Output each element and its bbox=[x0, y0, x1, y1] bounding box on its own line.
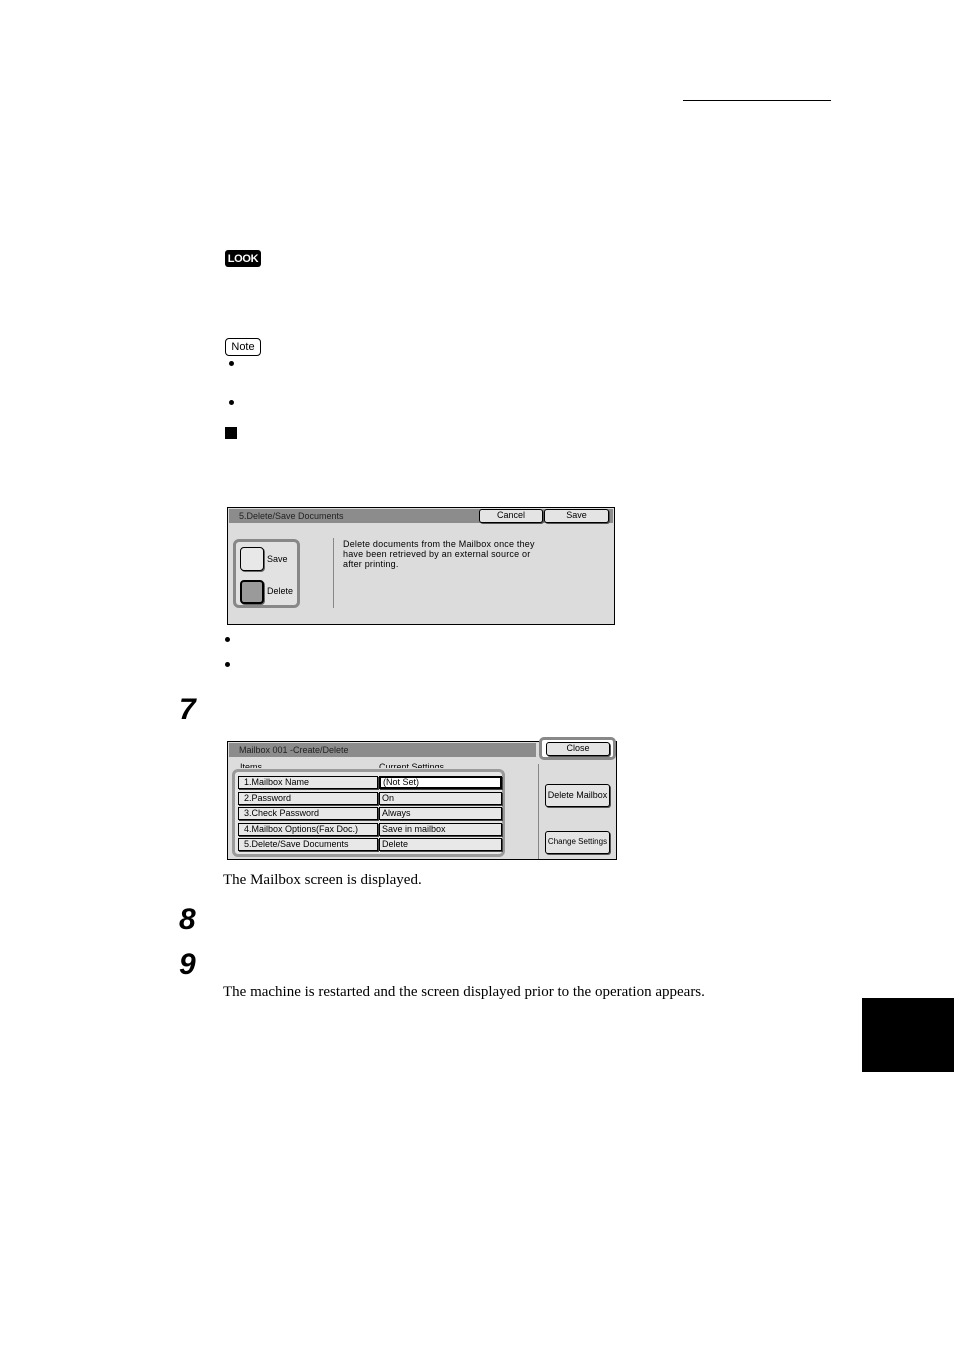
delete-save-dialog: 5.Delete/Save Documents Cancel Save Save… bbox=[227, 507, 615, 625]
table-row-item[interactable]: 5.Delete/Save Documents bbox=[238, 838, 378, 851]
cancel-button[interactable]: Cancel bbox=[479, 509, 543, 523]
bullet-icon bbox=[225, 637, 230, 642]
save-option[interactable] bbox=[240, 547, 264, 571]
table-row-item[interactable]: 3.Check Password bbox=[238, 807, 378, 820]
step-number-7: 7 bbox=[179, 693, 196, 726]
change-settings-button[interactable]: Change Settings bbox=[545, 831, 610, 854]
table-row-item[interactable]: 2.Password bbox=[238, 792, 378, 805]
step-number-9: 9 bbox=[179, 948, 196, 981]
settings-table: 1.Mailbox Name (Not Set) 2.Password On 3… bbox=[232, 769, 505, 857]
table-row-item[interactable]: 4.Mailbox Options(Fax Doc.) bbox=[238, 823, 378, 836]
save-option-label: Save bbox=[267, 554, 288, 564]
option-description: Delete documents from the Mailbox once t… bbox=[343, 539, 535, 569]
note-icon: Note bbox=[225, 338, 261, 356]
table-row-value[interactable]: (Not Set) bbox=[379, 776, 502, 789]
chapter-tab bbox=[862, 998, 954, 1072]
mailbox-dialog: Mailbox 001 -Create/Delete Items Current… bbox=[227, 737, 617, 860]
table-row-value[interactable]: Save in mailbox bbox=[379, 823, 502, 836]
bullet-icon bbox=[225, 662, 230, 667]
items-column-header: Items bbox=[240, 762, 263, 768]
divider bbox=[538, 764, 539, 859]
delete-mailbox-button[interactable]: Delete Mailbox bbox=[545, 784, 610, 807]
table-row-value[interactable]: On bbox=[379, 792, 502, 805]
step-number-8: 8 bbox=[179, 903, 196, 936]
delete-option[interactable] bbox=[240, 580, 264, 604]
table-row-value[interactable]: Always bbox=[379, 807, 502, 820]
step9-text: The machine is restarted and the screen … bbox=[223, 984, 705, 1000]
look-icon: LOOK bbox=[225, 250, 261, 267]
table-row-item[interactable]: 1.Mailbox Name bbox=[238, 776, 378, 789]
close-button-highlight: Close bbox=[539, 737, 616, 760]
divider bbox=[333, 538, 334, 608]
bullet-icon bbox=[229, 361, 234, 366]
square-marker-icon bbox=[225, 427, 237, 439]
close-button[interactable]: Close bbox=[546, 742, 610, 756]
table-row-value[interactable]: Delete bbox=[379, 838, 502, 851]
delete-option-label: Delete bbox=[267, 586, 294, 596]
save-delete-option-group: Save Delete bbox=[233, 539, 300, 608]
header-rule bbox=[683, 100, 831, 101]
mailbox-dialog-title: Mailbox 001 -Create/Delete bbox=[229, 743, 536, 757]
current-settings-column-header: Current Settings bbox=[379, 762, 445, 768]
save-button[interactable]: Save bbox=[544, 509, 609, 523]
bullet-icon bbox=[229, 400, 234, 405]
step7-text: The Mailbox screen is displayed. bbox=[223, 872, 422, 888]
